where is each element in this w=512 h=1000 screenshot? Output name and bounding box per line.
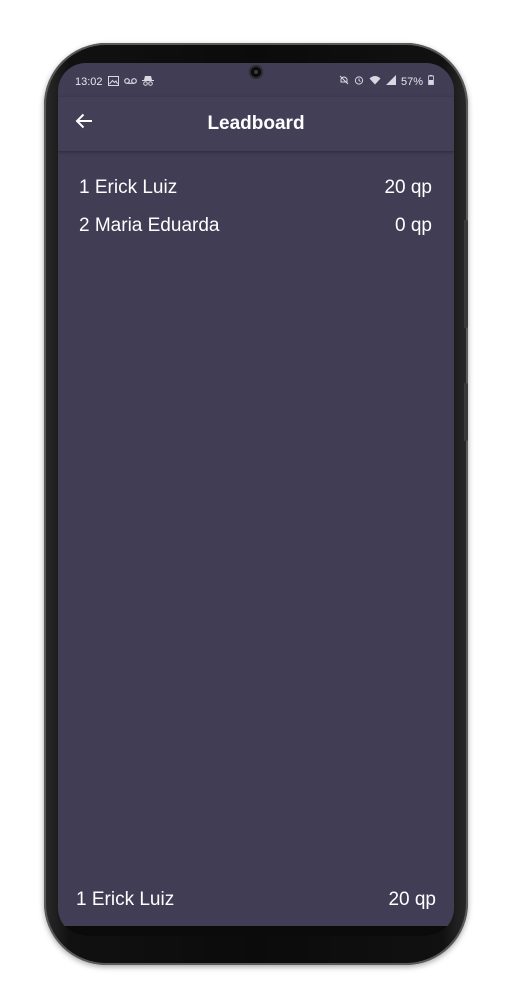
player-name: 1 Erick Luiz xyxy=(79,177,178,198)
battery-percent: 57% xyxy=(400,75,423,88)
wifi-icon xyxy=(369,75,381,88)
status-time: 13:02 xyxy=(75,76,103,88)
current-user-score: 20 qp xyxy=(388,889,436,910)
list-item[interactable]: 2 Maria Eduarda 0 qp xyxy=(58,211,454,249)
current-user-name: 1 Erick Luiz xyxy=(76,889,175,910)
status-right: 57% xyxy=(339,75,434,88)
player-name: 2 Maria Eduarda xyxy=(79,215,220,236)
alarm-icon xyxy=(354,75,364,88)
page-title: Leadboard xyxy=(207,113,305,134)
status-left: 13:02 xyxy=(75,75,154,89)
signal-icon xyxy=(385,75,396,88)
mute-icon xyxy=(339,75,349,88)
power-button xyxy=(464,383,468,441)
list-item[interactable]: 1 Erick Luiz 20 qp xyxy=(58,173,454,211)
front-camera xyxy=(249,65,263,79)
voicemail-icon xyxy=(123,77,137,88)
battery-icon xyxy=(428,75,434,88)
app-bar: Leadboard xyxy=(58,97,454,151)
navigation-bar xyxy=(58,926,454,936)
volume-button xyxy=(464,220,468,328)
current-user-row: 1 Erick Luiz 20 qp xyxy=(58,887,454,917)
leaderboard-list: 1 Erick Luiz 20 qp 2 Maria Eduarda 0 qp xyxy=(58,173,454,249)
gallery-icon xyxy=(107,75,119,89)
screen: 13:02 57% Leadboard 1 Erick Luiz 20 qp 2… xyxy=(58,63,454,936)
incognito-icon xyxy=(141,75,154,89)
player-score: 0 qp xyxy=(395,215,432,236)
player-score: 20 qp xyxy=(384,177,432,198)
